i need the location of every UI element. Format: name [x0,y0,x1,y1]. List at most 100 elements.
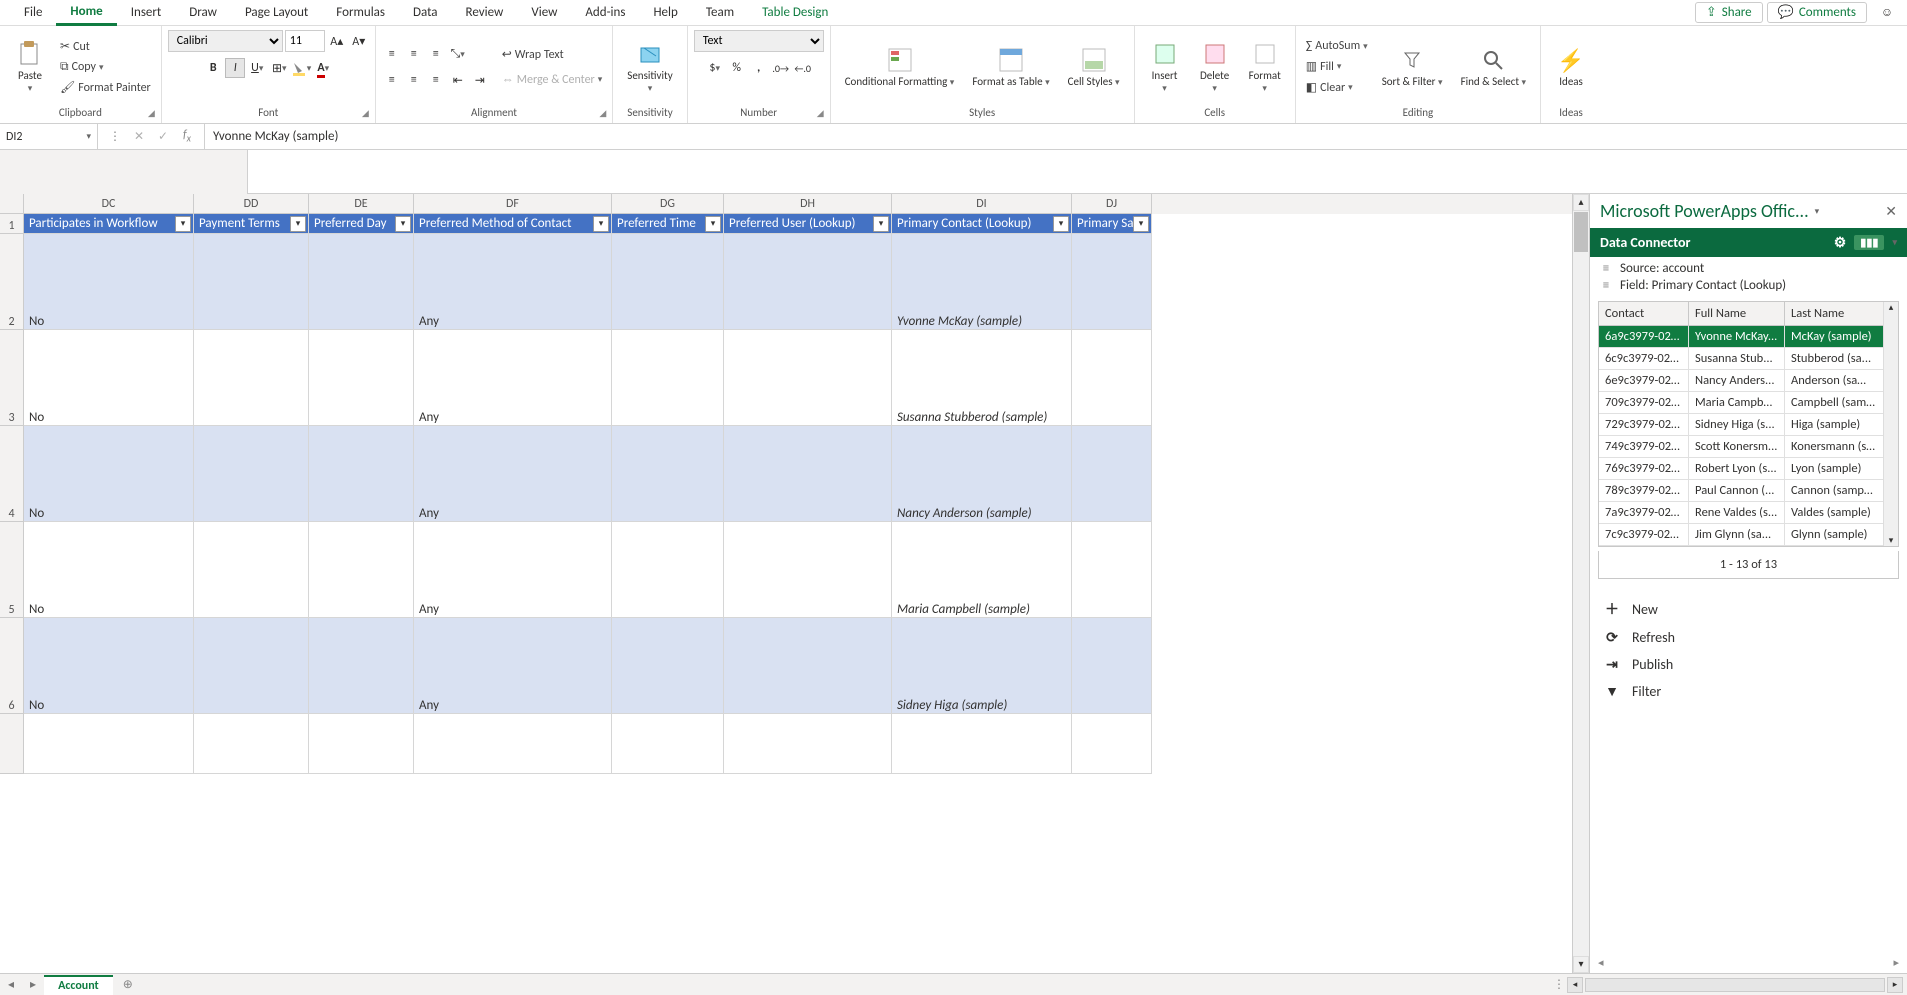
tab-formulas[interactable]: Formulas [322,1,399,24]
comma-format-icon[interactable]: , [749,58,769,78]
cell[interactable] [194,234,309,330]
italic-button[interactable]: I [225,58,245,78]
orientation-icon[interactable]: ⤡▾ [448,44,468,64]
filter-button[interactable]: ▼Filter [1604,683,1893,700]
conditional-formatting-button[interactable]: Conditional Formatting ▾ [837,42,963,93]
cell[interactable] [309,618,414,714]
row-header[interactable]: 2 [0,234,24,330]
cell[interactable]: Yvonne McKay (sample) [892,234,1072,330]
dialog-launcher-icon[interactable]: ◢ [817,108,824,119]
row-header[interactable] [0,714,24,774]
lookup-row[interactable]: 6e9c3979-02a...Nancy Anders...Anderson (… [1599,370,1898,392]
copy-button[interactable]: ⧉Copy ▾ [56,58,155,76]
cell[interactable] [309,714,414,774]
cell[interactable] [24,714,194,774]
column-header-DC[interactable]: DC [24,194,194,214]
scroll-thumb[interactable] [1574,212,1588,252]
filter-dropdown-icon[interactable]: ▾ [290,216,306,232]
col-lastname[interactable]: Last Name [1785,302,1881,325]
select-all-corner[interactable] [0,194,24,214]
spreadsheet-grid[interactable]: DCDDDEDFDGDHDIDJ 1Participates in Workfl… [0,194,1572,973]
feedback-smiley-icon[interactable]: ☺ [1877,3,1897,23]
table-header-cell[interactable]: Preferred User (Lookup)▾ [724,214,892,234]
cell[interactable] [724,618,892,714]
cell[interactable] [309,522,414,618]
insert-cells-button[interactable]: Insert▾ [1141,36,1189,99]
col-fullname[interactable]: Full Name [1689,302,1785,325]
dialog-launcher-icon[interactable]: ◢ [148,108,155,119]
cell[interactable]: Any [414,426,612,522]
cell[interactable] [612,714,724,774]
lookup-row[interactable]: 7a9c3979-02a...Rene Valdes (s...Valdes (… [1599,502,1898,524]
cell[interactable] [724,426,892,522]
cell[interactable] [724,330,892,426]
cell[interactable] [309,426,414,522]
column-header-DH[interactable]: DH [724,194,892,214]
filter-dropdown-icon[interactable]: ▾ [873,216,889,232]
wrap-text-button[interactable]: ↩Wrap Text [498,45,607,64]
lookup-row[interactable]: 789c3979-02a...Paul Cannon (...Cannon (s… [1599,480,1898,502]
cell[interactable] [612,234,724,330]
lookup-row[interactable]: 7c9c3979-02a...Jim Glynn (sa...Glynn (sa… [1599,524,1898,546]
cell[interactable] [612,330,724,426]
close-icon[interactable]: ✕ [1885,203,1897,220]
fx-icon[interactable]: fx [176,128,198,144]
delete-cells-button[interactable]: Delete▾ [1191,36,1239,99]
cell[interactable]: Maria Campbell (sample) [892,522,1072,618]
publish-button[interactable]: ⇥Publish [1604,656,1893,673]
tab-team[interactable]: Team [692,1,748,24]
font-size-input[interactable] [285,30,325,52]
cell[interactable]: Any [414,330,612,426]
cell[interactable]: Sidney Higa (sample) [892,618,1072,714]
increase-indent-icon[interactable]: ⇥ [470,70,490,90]
tab-data[interactable]: Data [399,1,452,24]
cell[interactable] [194,714,309,774]
cell[interactable] [1072,426,1152,522]
formula-input[interactable]: Yvonne McKay (sample) [205,129,1907,144]
filter-dropdown-icon[interactable]: ▾ [1133,216,1149,232]
format-as-table-button[interactable]: Format as Table ▾ [964,42,1057,93]
format-painter-button[interactable]: 🖌Format Painter [56,78,155,97]
cell[interactable] [1072,234,1152,330]
sheet-nav-next[interactable]: ▸ [22,977,44,992]
increase-font-icon[interactable]: A▴ [327,31,347,51]
lookup-row[interactable]: 769c3979-02a...Robert Lyon (s...Lyon (sa… [1599,458,1898,480]
number-format-select[interactable]: Text [694,30,824,52]
format-cells-button[interactable]: Format▾ [1241,36,1289,99]
filter-dropdown-icon[interactable]: ▾ [395,216,411,232]
column-header-DI[interactable]: DI [892,194,1072,214]
scroll-up-icon[interactable]: ▴ [1889,302,1894,313]
new-button[interactable]: ＋New [1604,599,1893,619]
handle-icon[interactable]: ⋮ [104,129,126,144]
cell[interactable] [194,522,309,618]
decrease-indent-icon[interactable]: ⇤ [448,70,468,90]
sensitivity-button[interactable]: Sensitivity▾ [619,36,680,99]
font-color-button[interactable]: A▾ [313,58,333,78]
find-select-button[interactable]: Find & Select ▾ [1453,42,1535,93]
fill-color-button[interactable]: ▾ [291,58,311,78]
cell[interactable] [194,426,309,522]
share-button[interactable]: ⇪Share [1695,2,1763,23]
cell[interactable] [1072,330,1152,426]
align-left-icon[interactable]: ≡ [382,70,402,90]
align-right-icon[interactable]: ≡ [426,70,446,90]
table-header-cell[interactable]: Preferred Method of Contact▾ [414,214,612,234]
tab-table-design[interactable]: Table Design [748,1,842,24]
table-header-cell[interactable]: Primary Sat▾ [1072,214,1152,234]
row-header[interactable]: 3 [0,330,24,426]
paste-button[interactable]: Paste▾ [6,36,54,99]
clear-button[interactable]: ◧Clear ▾ [1302,78,1372,97]
dialog-launcher-icon[interactable]: ◢ [599,108,606,119]
tab-insert[interactable]: Insert [117,1,176,24]
sheet-nav-prev[interactable]: ◂ [0,977,22,992]
decrease-font-icon[interactable]: A▾ [349,31,369,51]
fill-button[interactable]: ▥Fill ▾ [1302,57,1372,76]
table-header-cell[interactable]: Preferred Day▾ [309,214,414,234]
cell[interactable] [309,234,414,330]
tab-help[interactable]: Help [639,1,691,24]
cell[interactable] [612,618,724,714]
cell[interactable] [194,330,309,426]
cancel-icon[interactable]: ✕ [128,129,150,144]
cell[interactable] [612,522,724,618]
bold-button[interactable]: B [203,58,223,78]
